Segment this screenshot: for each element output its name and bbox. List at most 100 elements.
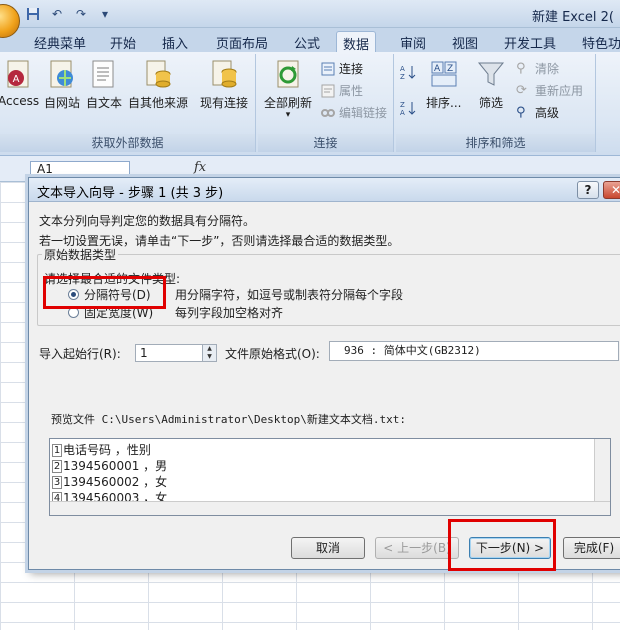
preview-row: 3 1394560002 ，女: [52, 473, 167, 489]
sort-icon: AZ: [431, 61, 457, 87]
reapply-button[interactable]: ⟳ 重新应用: [516, 82, 583, 99]
tab-classic-menu[interactable]: 经典菜单: [28, 31, 92, 52]
svg-text:Z: Z: [447, 64, 453, 74]
cancel-button[interactable]: 取消: [291, 537, 365, 559]
tab-formulas[interactable]: 公式: [288, 31, 326, 52]
back-button[interactable]: < 上一步(B): [375, 537, 459, 559]
from-other-sources-label: 自其他来源: [128, 96, 189, 110]
from-access-button[interactable]: A Access: [0, 58, 39, 108]
file-origin-select[interactable]: 936 : 简体中文(GB2312): [329, 341, 619, 361]
sort-label: 排序...: [426, 96, 462, 110]
file-origin-label: 文件原始格式(O):: [225, 347, 320, 361]
close-button[interactable]: ✕: [603, 181, 620, 199]
refresh-all-label: 全部刷新: [264, 96, 313, 110]
delimited-label[interactable]: 分隔符号(D): [84, 286, 151, 303]
from-web-button[interactable]: 自网站: [44, 58, 80, 111]
clear-button[interactable]: ⚲ 清除: [516, 60, 559, 77]
from-text-button[interactable]: 自文本: [86, 58, 122, 111]
refresh-dropdown-icon[interactable]: ▾: [264, 111, 312, 120]
filter-button[interactable]: 筛选: [476, 58, 506, 111]
svg-text:A: A: [400, 109, 405, 116]
group-label-connections: 连接: [258, 134, 393, 152]
tab-home[interactable]: 开始: [104, 31, 142, 52]
customize-icon[interactable]: ▾: [96, 6, 114, 22]
fx-icon[interactable]: fx: [194, 160, 206, 175]
group-sort-filter: AZ ZA AZ 排序... 筛选 ⚲ 清除 ⟳ 重新应用 ⚲ 高级 排序和筛选: [396, 54, 596, 152]
tab-page-layout[interactable]: 页面布局: [210, 31, 274, 52]
start-row-label: 导入起始行(R):: [39, 347, 121, 361]
refresh-all-button[interactable]: 全部刷新 ▾: [264, 58, 313, 120]
fixed-width-label[interactable]: 固定宽度(W): [84, 304, 153, 321]
from-web-label: 自网站: [44, 96, 81, 110]
preview-horizontal-scrollbar[interactable]: [50, 501, 610, 515]
connections-button[interactable]: 连接: [320, 60, 363, 77]
preview-pane[interactable]: 1 电话号码 ，性别 2 1394560001 ，男 3 1394560002 ，女 …: [49, 438, 611, 516]
from-text-label: 自文本: [86, 96, 123, 110]
preview-row-number: 1: [52, 444, 62, 457]
dialog-title: 文本导入向导 - 步骤 1 (共 3 步): [37, 186, 224, 201]
tab-insert[interactable]: 插入: [156, 31, 194, 52]
group-label-external: 获取外部数据: [0, 134, 255, 152]
connections-label: 连接: [339, 62, 364, 76]
sort-button[interactable]: AZ 排序...: [426, 58, 461, 111]
tab-data[interactable]: 数据: [336, 31, 377, 53]
delimited-radio[interactable]: [68, 289, 79, 300]
from-access-label: Access: [0, 94, 40, 108]
choose-file-type-label: 请选择最合适的文件类型:: [44, 272, 181, 286]
group-get-external-data: A Access 自网站 自文本 自其他来源 现有连接 获取外部数据: [0, 54, 256, 152]
fixed-width-description: 每列字段加空格对齐: [175, 306, 284, 320]
tab-view[interactable]: 视图: [446, 31, 484, 52]
undo-icon[interactable]: ↶: [48, 6, 66, 22]
dialog-title-bar: 文本导入向导 - 步骤 1 (共 3 步) ? ✕: [29, 178, 620, 202]
properties-button[interactable]: 属性: [320, 82, 363, 99]
help-button[interactable]: ?: [577, 181, 599, 199]
advanced-icon: ⚲: [516, 104, 526, 120]
refresh-icon: [277, 60, 299, 88]
text-file-icon: [92, 60, 114, 88]
tab-special[interactable]: 特色功: [576, 31, 620, 52]
window-title: 新建 Excel 2(: [531, 10, 614, 25]
other-sources-icon: [146, 60, 171, 88]
preview-file-label: 预览文件 C:\Users\Administrator\Desktop\新建文本…: [51, 413, 407, 426]
start-row-spinner[interactable]: ▲ ▼: [202, 345, 216, 361]
start-row-input[interactable]: 1 ▲ ▼: [135, 344, 217, 362]
title-bar: ↶ ↷ ▾ 新建 Excel 2(: [0, 0, 620, 38]
finish-button[interactable]: 完成(F): [563, 537, 620, 559]
start-row-value: 1: [140, 346, 148, 360]
fixed-width-radio[interactable]: [68, 307, 79, 318]
tab-review[interactable]: 审阅: [394, 31, 432, 52]
svg-text:Z: Z: [400, 101, 405, 109]
svg-text:A: A: [400, 65, 405, 73]
advanced-button[interactable]: ⚲ 高级: [516, 104, 559, 121]
sort-descending-button[interactable]: ZA: [400, 100, 416, 116]
svg-text:A: A: [434, 64, 441, 74]
connections-icon: [321, 62, 335, 75]
properties-icon: [321, 84, 335, 97]
preview-row: 1 电话号码 ，性别: [52, 441, 151, 457]
from-other-sources-button[interactable]: 自其他来源: [128, 58, 188, 111]
svg-text:A: A: [12, 74, 19, 85]
tab-developer[interactable]: 开发工具: [498, 31, 562, 52]
text-import-wizard-dialog: 文本导入向导 - 步骤 1 (共 3 步) ? ✕ 文本分列向导判定您的数据具有…: [28, 177, 620, 570]
clear-icon: ⚲: [516, 60, 526, 76]
edit-links-label: 编辑链接: [339, 106, 388, 120]
existing-connections-button[interactable]: 现有连接: [200, 58, 248, 111]
preview-row-text: 电话号码 ，性别: [63, 443, 151, 457]
delimited-description: 用分隔字符，如逗号或制表符分隔每个字段: [175, 288, 404, 302]
sort-descending-icon: ZA: [400, 101, 416, 116]
preview-vertical-scrollbar[interactable]: [594, 439, 610, 501]
save-icon[interactable]: [24, 6, 42, 22]
sort-ascending-icon: AZ: [400, 65, 416, 80]
sort-ascending-button[interactable]: AZ: [400, 64, 416, 80]
group-connections: 全部刷新 ▾ 连接 属性 编辑链接 连接: [258, 54, 394, 152]
preview-row: 2 1394560001 ，男: [52, 457, 167, 473]
group-label-sort: 排序和筛选: [396, 134, 595, 152]
edit-links-icon: [321, 108, 335, 117]
web-icon: [50, 60, 73, 88]
redo-icon[interactable]: ↷: [72, 6, 90, 22]
next-button[interactable]: 下一步(N) >: [469, 537, 551, 559]
edit-links-button[interactable]: 编辑链接: [320, 104, 387, 121]
existing-connections-label: 现有连接: [200, 96, 249, 110]
name-box[interactable]: A1: [30, 161, 130, 178]
preview-row-text: 1394560001 ，男: [63, 459, 168, 473]
